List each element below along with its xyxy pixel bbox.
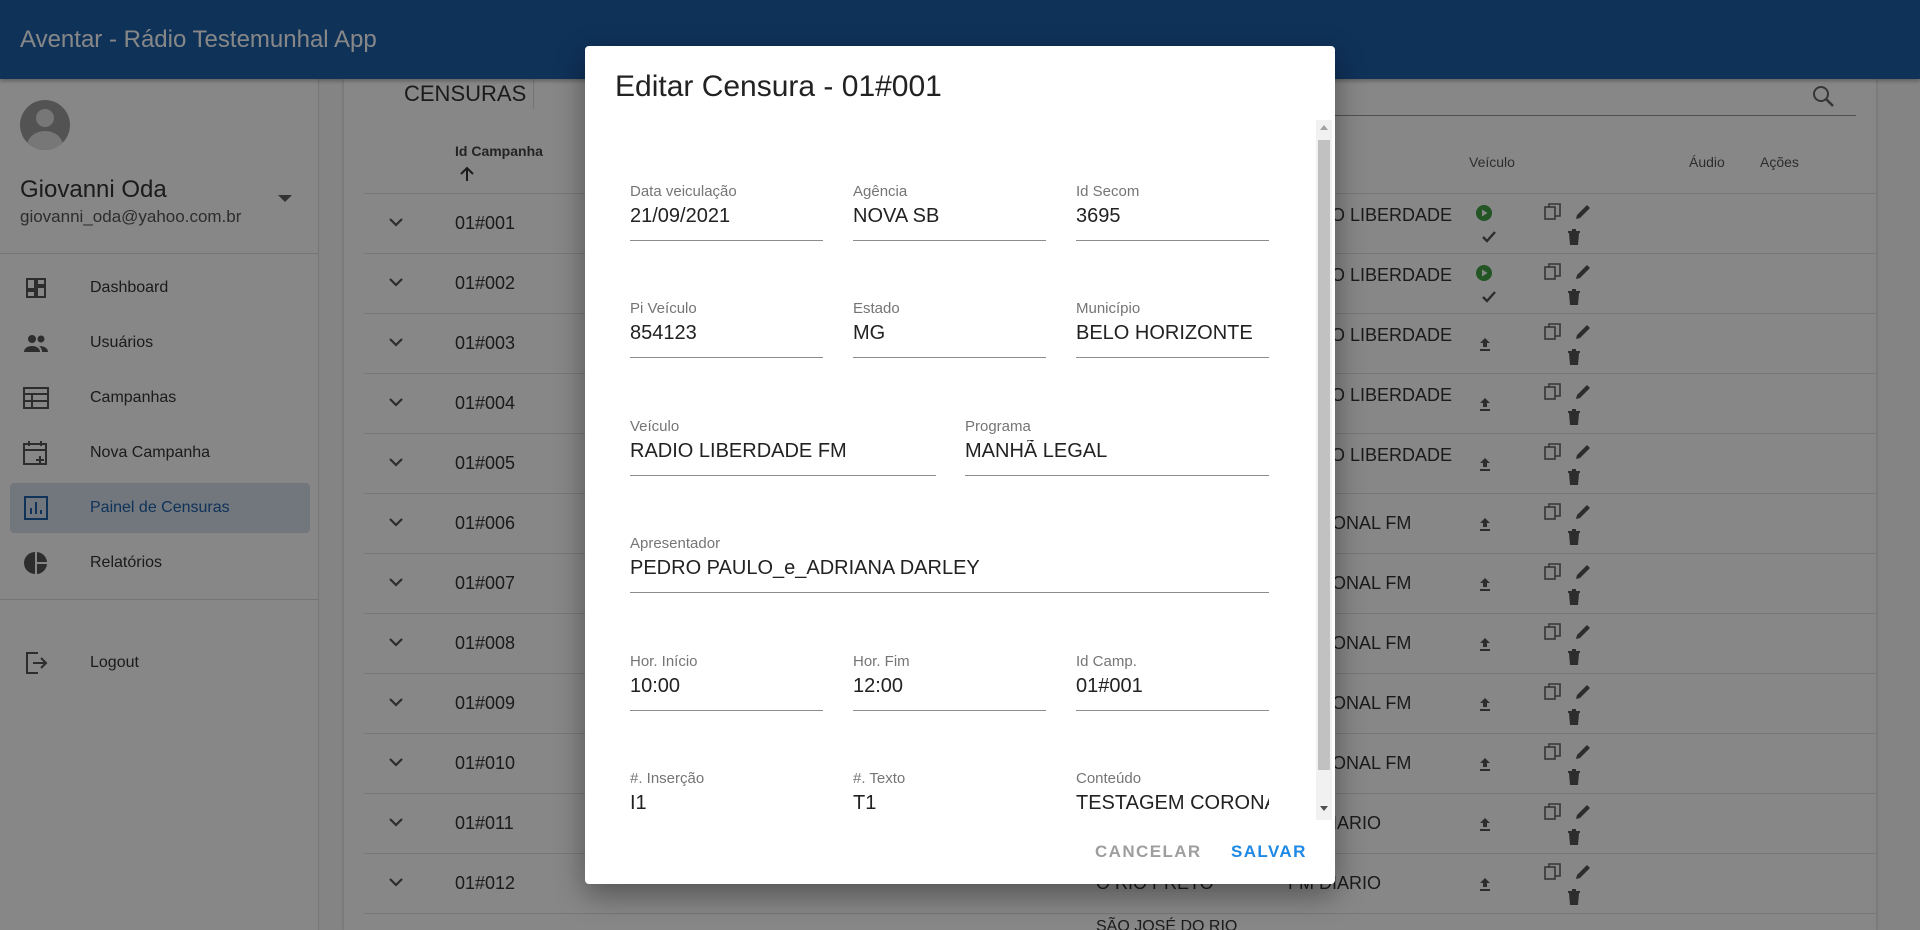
texto-field[interactable]: #. Texto T1 (853, 770, 1046, 821)
cancel-button[interactable]: CANCELAR (1095, 842, 1202, 862)
dialog-scrollbar-thumb[interactable] (1318, 140, 1330, 770)
id-camp-field[interactable]: Id Camp. 01#001 (1076, 653, 1269, 711)
scroll-up-arrow-icon[interactable] (1320, 125, 1328, 130)
programa-field[interactable]: Programa MANHÃ LEGAL (965, 418, 1269, 476)
scroll-down-arrow-icon[interactable] (1320, 806, 1328, 811)
save-button[interactable]: SALVAR (1231, 842, 1307, 862)
apresentador-field[interactable]: Apresentador PEDRO PAULO_e_ADRIANA DARLEY (630, 535, 1269, 593)
dialog-title: Editar Censura - 01#001 (615, 70, 942, 103)
estado-field[interactable]: Estado MG (853, 300, 1046, 358)
hor-inicio-field[interactable]: Hor. Início 10:00 (630, 653, 823, 711)
edit-censura-dialog: Editar Censura - 01#001 Data veiculação 2… (585, 46, 1335, 884)
conteudo-field[interactable]: ConteúdoTESTAGEM CORONAVIRUS (1076, 770, 1269, 821)
data-veiculacao-field[interactable]: Data veiculação 21/09/2021 (630, 183, 823, 241)
insercao-field[interactable]: #. Inserção I1 (630, 770, 823, 821)
dialog-body: Data veiculação 21/09/2021 Agência NOVA SB… (585, 121, 1315, 821)
id-secom-field[interactable]: Id Secom 3695 (1076, 183, 1269, 241)
hor-fim-field[interactable]: Hor. Fim 12:00 (853, 653, 1046, 711)
agencia-field[interactable]: Agência NOVA SB (853, 183, 1046, 241)
pi-veiculo-field[interactable]: Pi Veículo 854123 (630, 300, 823, 358)
veiculo-field[interactable]: Veículo RADIO LIBERDADE FM (630, 418, 936, 476)
municipio-field[interactable]: Município BELO HORIZONTE (1076, 300, 1269, 358)
